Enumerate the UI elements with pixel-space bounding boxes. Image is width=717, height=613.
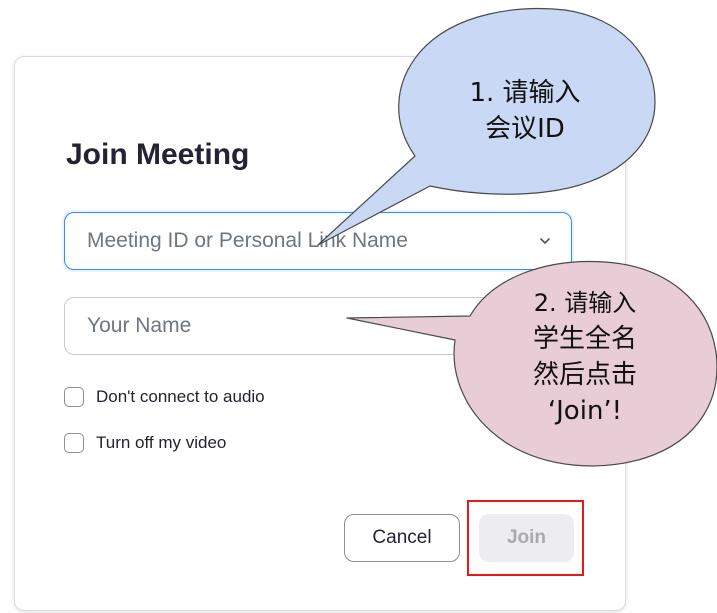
audio-option[interactable]: Don't connect to audio: [64, 387, 265, 407]
callout-1-line-2: 会议ID: [485, 114, 565, 144]
video-checkbox[interactable]: [64, 433, 84, 453]
join-highlight-box: [467, 500, 584, 576]
meeting-id-combobox[interactable]: [64, 212, 572, 270]
cancel-button[interactable]: Cancel: [344, 514, 460, 562]
video-option[interactable]: Turn off my video: [64, 433, 226, 453]
callout-2-line-3: 然后点击: [532, 360, 637, 390]
stage: Join Meeting Don't connect to audio Turn…: [0, 0, 717, 613]
callout-2-text: 2. 请输入 学生全名 然后点击 ‘Join’!: [470, 285, 700, 429]
audio-checkbox[interactable]: [64, 387, 84, 407]
callout-2-line-1: 2. 请输入: [533, 289, 637, 317]
callout-1-line-1: 1. 请输入: [469, 78, 581, 108]
callout-2-line-4: ‘Join’!: [547, 396, 623, 426]
audio-option-label: Don't connect to audio: [96, 387, 265, 406]
callout-1-text: 1. 请输入 会议ID: [420, 75, 630, 147]
callout-2-line-2: 学生全名: [532, 324, 637, 354]
chevron-down-icon[interactable]: [537, 233, 553, 249]
meeting-id-input[interactable]: [65, 229, 571, 253]
video-option-label: Turn off my video: [96, 433, 227, 452]
dialog-title: Join Meeting: [66, 138, 250, 171]
